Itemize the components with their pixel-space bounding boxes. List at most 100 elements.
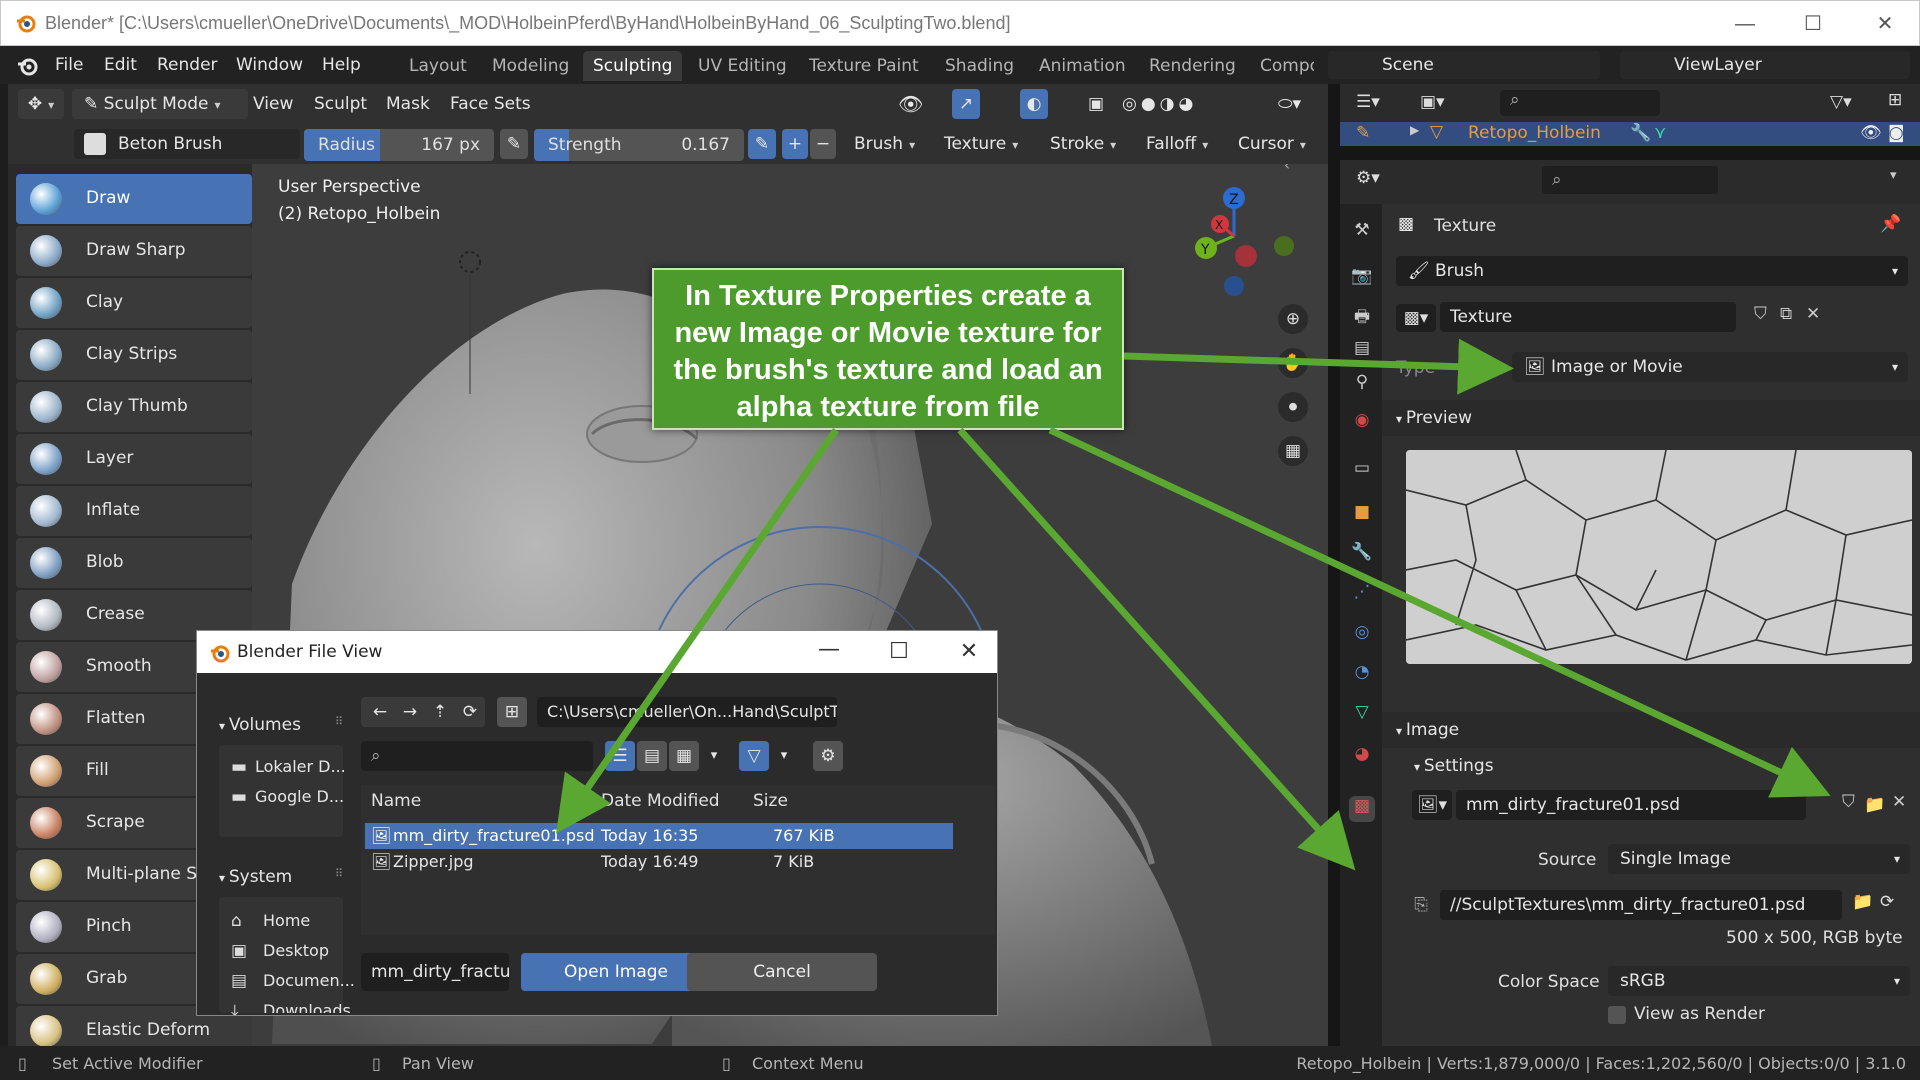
- dialog-maximize-button[interactable]: ☐: [881, 639, 917, 664]
- cancel-button[interactable]: Cancel: [687, 953, 877, 991]
- radius-pressure-icon[interactable]: ✎: [500, 129, 528, 159]
- settings-subpanel-header[interactable]: ▾ Settings: [1402, 748, 1912, 784]
- mode-selector[interactable]: ✎ Sculpt Mode ▾: [72, 89, 248, 119]
- pan-hand-icon[interactable]: ✋: [1278, 348, 1308, 378]
- collection-tab-icon[interactable]: ▭: [1349, 458, 1375, 484]
- volume-lokaler[interactable]: Lokaler D...: [255, 757, 346, 776]
- tab-compositing[interactable]: Compo: [1250, 51, 1314, 81]
- system-documents[interactable]: Documen...: [263, 971, 355, 990]
- cursor-dropdown[interactable]: Cursor ▾: [1238, 129, 1306, 159]
- view-as-render-checkbox[interactable]: [1608, 1006, 1626, 1024]
- browse-filepath-icon[interactable]: 📁: [1852, 892, 1873, 912]
- direction-subtract-button[interactable]: −: [810, 129, 836, 159]
- texture-user-selector[interactable]: 🖌 Brush ▾: [1396, 256, 1908, 286]
- maximize-button[interactable]: ☐: [1793, 9, 1833, 39]
- forward-icon[interactable]: →: [395, 697, 425, 727]
- pack-image-icon[interactable]: ⎘: [1406, 890, 1436, 920]
- sort-descending-icon[interactable]: ▼: [577, 793, 586, 807]
- menu-face-sets[interactable]: Face Sets: [450, 89, 531, 119]
- tab-modeling[interactable]: Modeling: [482, 51, 579, 81]
- column-date-modified[interactable]: Date Modified: [601, 791, 720, 811]
- dialog-close-button[interactable]: ✕: [951, 639, 987, 664]
- overlay-toggle-icon[interactable]: ◐: [1020, 89, 1048, 119]
- data-tab-icon[interactable]: ▽: [1349, 702, 1375, 728]
- system-desktop[interactable]: Desktop: [263, 941, 329, 960]
- texture-dropdown[interactable]: Texture ▾: [944, 129, 1018, 159]
- tool-inflate[interactable]: Inflate: [16, 486, 252, 536]
- dialog-minimize-button[interactable]: —: [811, 637, 847, 662]
- tool-clay-thumb[interactable]: Clay Thumb: [16, 382, 252, 432]
- outliner-editor-icon[interactable]: ☰▾: [1356, 92, 1380, 112]
- open-image-button[interactable]: Open Image: [521, 953, 711, 991]
- directory-path-input[interactable]: C:\Users\cmueller\On...Hand\SculptTextur…: [537, 697, 837, 727]
- properties-search-input[interactable]: ⌕: [1542, 166, 1718, 194]
- strength-pressure-icon[interactable]: ✎: [748, 129, 776, 159]
- tool-draw[interactable]: Draw: [16, 174, 252, 224]
- modifier-tab-icon[interactable]: 🔧: [1349, 542, 1375, 568]
- list-view-icon[interactable]: ☰: [605, 741, 635, 771]
- tab-rendering[interactable]: Rendering: [1139, 51, 1246, 81]
- material-tab-icon[interactable]: ◕: [1349, 744, 1375, 770]
- color-space-dropdown[interactable]: sRGB ▾: [1608, 966, 1910, 996]
- ortho-grid-icon[interactable]: ▦: [1278, 436, 1308, 466]
- stroke-dropdown[interactable]: Stroke ▾: [1050, 129, 1116, 159]
- tab-layout[interactable]: Layout: [399, 51, 477, 81]
- tab-animation[interactable]: Animation: [1029, 51, 1136, 81]
- system-header[interactable]: ▾ System: [219, 867, 292, 887]
- brush-selector[interactable]: Beton Brush: [74, 129, 300, 159]
- world-tab-icon[interactable]: ◉: [1349, 410, 1375, 436]
- menu-help[interactable]: Help: [322, 55, 361, 75]
- constraints-tab-icon[interactable]: ◔: [1349, 662, 1375, 688]
- tool-clay[interactable]: Clay: [16, 278, 252, 328]
- image-source-dropdown[interactable]: Single Image ▾: [1608, 844, 1910, 874]
- outliner-search-input[interactable]: ⌕: [1500, 90, 1660, 116]
- column-name[interactable]: Name: [371, 791, 421, 811]
- drag-handle-icon[interactable]: ⠿: [335, 715, 343, 728]
- reload-image-icon[interactable]: ⟳: [1880, 892, 1894, 912]
- scene-tab-icon[interactable]: ⚲: [1349, 372, 1375, 398]
- menu-sculpt[interactable]: Sculpt: [314, 89, 367, 119]
- gizmo-toggle-icon[interactable]: ↗: [952, 89, 980, 119]
- volume-google[interactable]: Google D...: [255, 787, 344, 806]
- open-image-folder-icon[interactable]: 📁: [1862, 790, 1888, 820]
- menu-view[interactable]: View: [253, 89, 293, 119]
- tab-texture-paint[interactable]: Texture Paint: [799, 51, 929, 81]
- file-row[interactable]: 🖼 Zipper.jpg Today 16:49 7 KiB: [365, 849, 953, 875]
- output-tab-icon[interactable]: 🖶: [1349, 304, 1375, 330]
- menu-render[interactable]: Render: [157, 55, 218, 75]
- overlay-options-icon[interactable]: ⬭▾: [1278, 89, 1301, 119]
- texture-tab-icon[interactable]: ▩: [1349, 796, 1375, 822]
- object-tab-icon[interactable]: ■: [1349, 502, 1375, 528]
- volumes-header[interactable]: ▾ Volumes: [219, 715, 301, 735]
- texture-type-dropdown[interactable]: 🖼 Image or Movie ▾: [1512, 352, 1908, 382]
- zoom-icon[interactable]: ⊕: [1278, 304, 1308, 334]
- falloff-dropdown[interactable]: Falloff ▾: [1146, 129, 1208, 159]
- image-fake-user-icon[interactable]: ⛉: [1842, 792, 1855, 812]
- pin-icon[interactable]: 📌: [1880, 214, 1901, 234]
- properties-editor-icon[interactable]: ⚙▾: [1356, 168, 1380, 188]
- view-layer-tab-icon[interactable]: ▤: [1349, 338, 1375, 364]
- file-row[interactable]: 🖼 mm_dirty_fracture01.psd Today 16:35 76…: [365, 823, 953, 849]
- scene-selector[interactable]: Scene: [1328, 51, 1600, 79]
- tool-layer[interactable]: Layer: [16, 434, 252, 484]
- tool-draw-sharp[interactable]: Draw Sharp: [16, 226, 252, 276]
- parent-directory-icon[interactable]: ⇡: [425, 697, 455, 727]
- sidebar-toggle-icon[interactable]: ‹: [1284, 164, 1304, 180]
- visibility-icon[interactable]: 👁: [898, 89, 923, 119]
- new-folder-icon[interactable]: ⊞: [497, 697, 527, 727]
- view-layer-selector[interactable]: ViewLayer: [1620, 51, 1910, 79]
- shading-mode-icons[interactable]: ◎●◑◕: [1122, 89, 1197, 119]
- detail-view-icon[interactable]: ▤: [637, 741, 667, 771]
- particles-tab-icon[interactable]: ⋰: [1349, 582, 1375, 608]
- blender-menu-icon[interactable]: [16, 54, 40, 78]
- xray-icon[interactable]: ▣: [1088, 89, 1104, 119]
- tool-clay-strips[interactable]: Clay Strips: [16, 330, 252, 380]
- browse-texture-icon[interactable]: ▩▾: [1396, 304, 1436, 332]
- back-icon[interactable]: ←: [365, 697, 395, 727]
- hide-in-viewport-icon[interactable]: 👁: [1860, 123, 1882, 143]
- radius-slider[interactable]: Radius 167 px: [304, 129, 494, 161]
- outliner-row-retopo[interactable]: ✎ ▶ ▽ Retopo_Holbein 🔧 ⋎ 👁 ◙: [1340, 122, 1920, 148]
- file-search-input[interactable]: ⌕: [361, 741, 593, 771]
- close-button[interactable]: ✕: [1865, 9, 1905, 39]
- outliner-filter-icon[interactable]: ▽▾: [1830, 92, 1852, 112]
